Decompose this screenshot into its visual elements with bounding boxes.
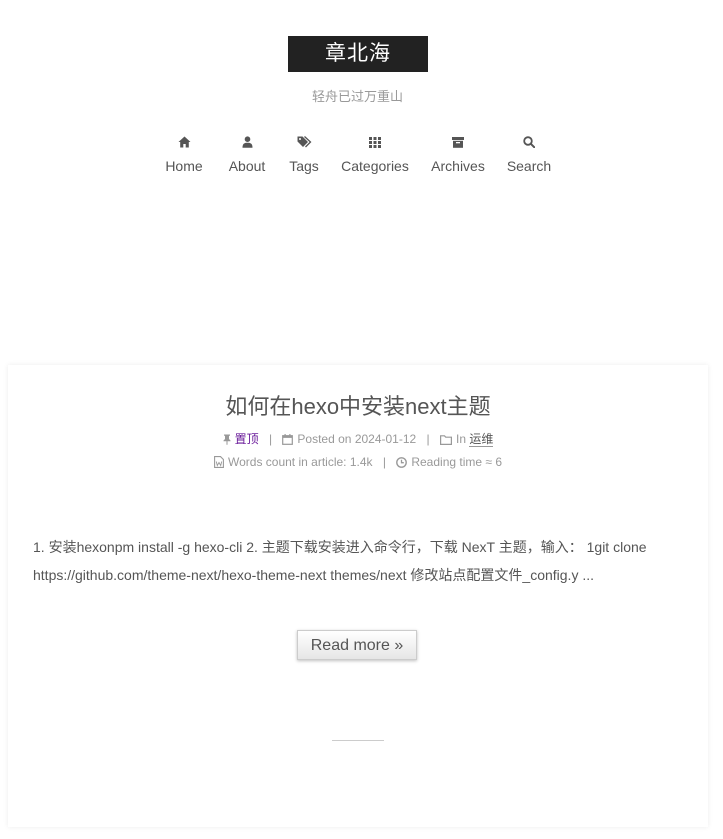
post-divider <box>332 740 384 741</box>
page: 章北海 轻舟已过万重山 Home About Tags Categories A… <box>0 0 723 839</box>
meta-separator: | <box>268 432 273 446</box>
post-meta: 置顶 | Posted on 2024-01-12 | In 运维 <box>8 430 708 448</box>
nav-item-categories[interactable]: Categories <box>338 130 412 174</box>
reading-value: 6 <box>495 455 502 469</box>
nav-label: Home <box>165 158 203 174</box>
meta-separator: | <box>382 455 386 469</box>
search-icon <box>504 130 554 152</box>
post-excerpt: 1. 安装hexonpm install -g hexo-cli 2. 主题下载… <box>33 539 647 583</box>
clock-icon <box>396 457 408 471</box>
words-label: Words count in article: <box>228 455 347 469</box>
file-word-icon <box>214 456 224 471</box>
home-icon <box>160 130 208 152</box>
site-subtitle: 轻舟已过万重山 <box>311 89 403 104</box>
meta-separator: | <box>426 432 430 446</box>
category-link[interactable]: 运维 <box>469 432 494 447</box>
post-stats: Words count in article: 1.4k | Reading t… <box>8 455 708 471</box>
nav-label: Search <box>506 158 552 174</box>
archive-icon <box>428 130 488 152</box>
words-value: 1.4k <box>349 455 373 469</box>
nav-item-about[interactable]: About <box>224 130 270 174</box>
nav-label: Archives <box>431 158 485 174</box>
th-icon <box>338 130 412 152</box>
in-label: In <box>456 432 467 446</box>
read-more-button[interactable]: Read more » <box>297 630 417 660</box>
nav-item-search[interactable]: Search <box>504 130 554 174</box>
pin-icon <box>223 434 231 448</box>
post-card: 如何在hexo中安装next主题 置顶 | Posted on 2024-01-… <box>8 365 708 827</box>
main-nav: Home About Tags Categories Archives Sear… <box>0 130 715 180</box>
nav-item-home[interactable]: Home <box>160 130 208 174</box>
user-icon <box>224 130 270 152</box>
posted-label: Posted on <box>297 432 352 446</box>
folder-icon <box>440 434 453 448</box>
nav-label: Tags <box>289 158 319 174</box>
nav-label: Categories <box>341 158 409 174</box>
nav-item-tags[interactable]: Tags <box>285 130 323 174</box>
nav-item-archives[interactable]: Archives <box>428 130 488 174</box>
pinned-label[interactable]: 置顶 <box>235 432 259 446</box>
reading-label: Reading time ≈ <box>411 455 492 469</box>
tags-icon <box>285 130 323 152</box>
nav-label: About <box>228 158 266 174</box>
post-title[interactable]: 如何在hexo中安装next主题 <box>8 389 708 421</box>
post-date: 2024-01-12 <box>354 432 417 446</box>
calendar-icon <box>282 434 294 448</box>
site-title[interactable]: 章北海 <box>288 36 428 72</box>
